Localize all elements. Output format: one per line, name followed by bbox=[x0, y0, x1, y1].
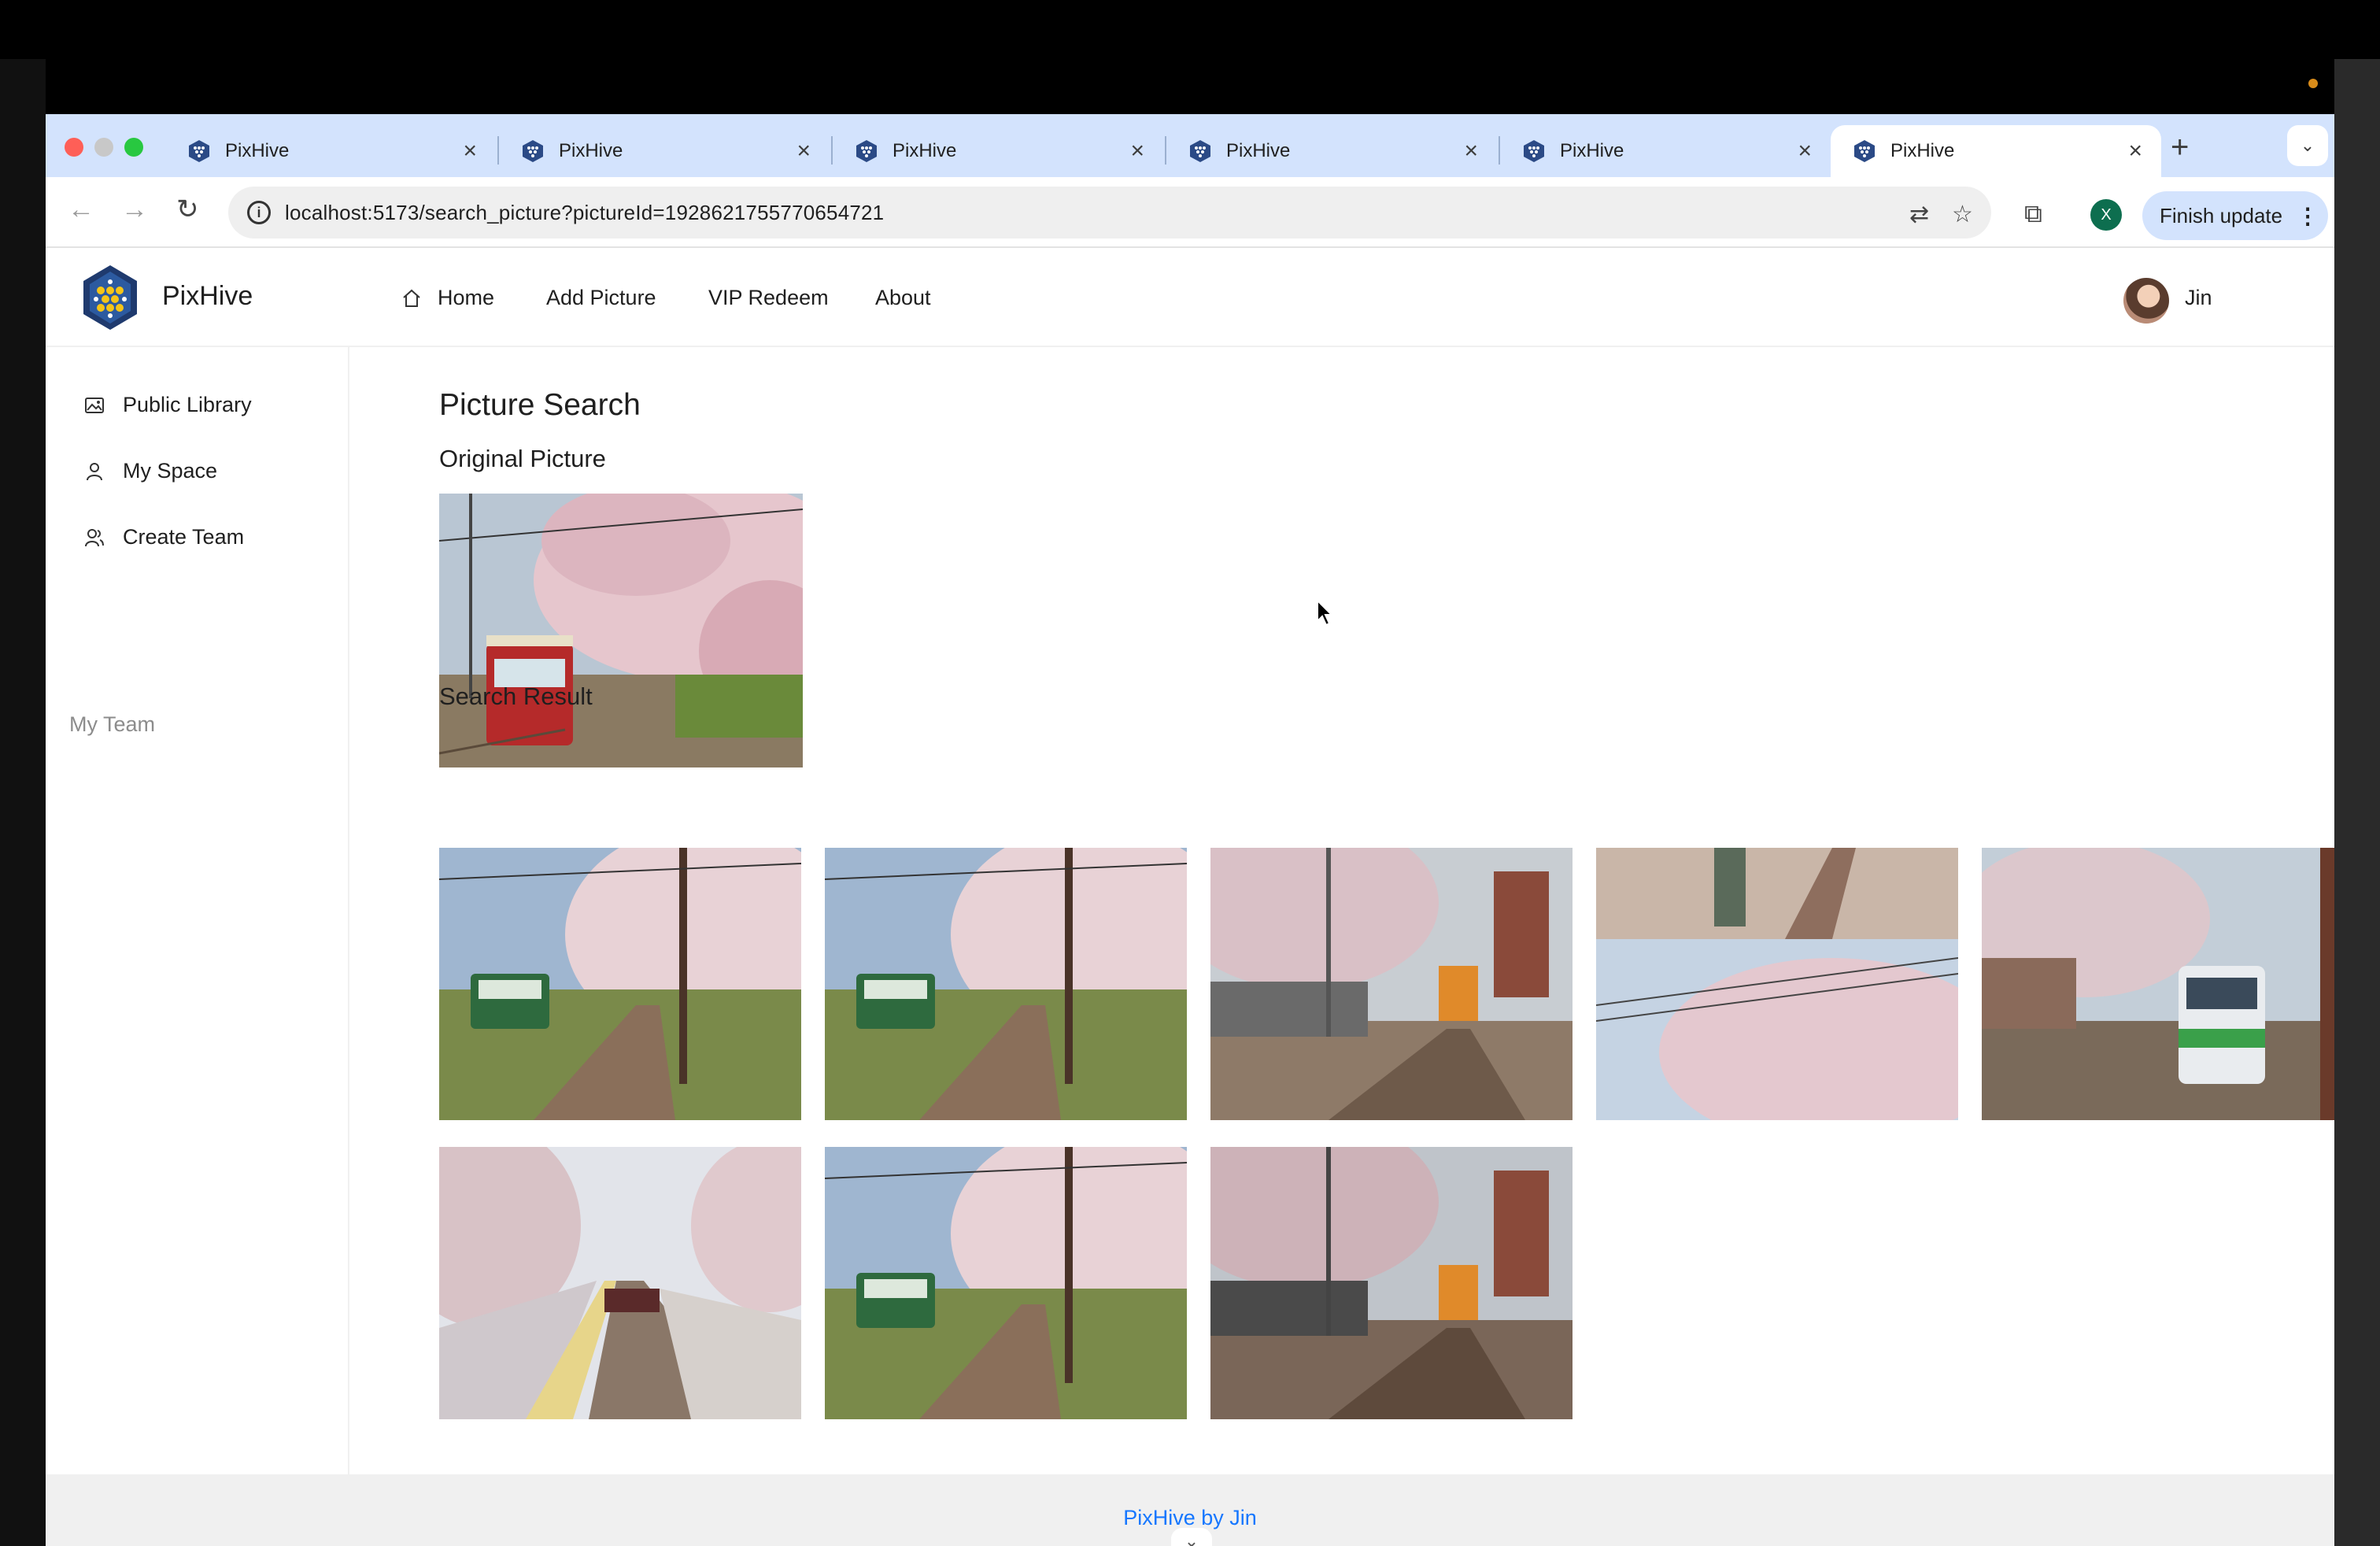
tab-search-chevron-icon[interactable]: ⌄ bbox=[2287, 125, 2328, 166]
tab-title: PixHive bbox=[225, 140, 290, 161]
tab-title: PixHive bbox=[1560, 140, 1624, 161]
sidebar-item-label: Public Library bbox=[123, 393, 252, 416]
footer: PixHive by Jin ⌄ bbox=[46, 1474, 2334, 1546]
browser-tab[interactable]: PixHive × bbox=[833, 125, 1163, 177]
minimize-window-button[interactable] bbox=[94, 138, 113, 157]
pixhive-favicon-icon bbox=[1524, 140, 1544, 162]
nav-add-picture-label: Add Picture bbox=[546, 286, 656, 309]
bookmark-star-icon[interactable]: ☆ bbox=[1952, 201, 1973, 228]
tab-title: PixHive bbox=[559, 140, 623, 161]
original-picture[interactable] bbox=[439, 494, 803, 767]
browser-tab[interactable]: PixHive × bbox=[499, 125, 830, 177]
search-result-item[interactable] bbox=[825, 848, 1187, 1120]
close-window-button[interactable] bbox=[65, 138, 83, 157]
tab-close-icon[interactable]: × bbox=[1464, 139, 1478, 163]
extensions-puzzle-icon[interactable]: ⧉ bbox=[2024, 199, 2042, 229]
tab-title: PixHive bbox=[1890, 140, 1955, 161]
recording-indicator bbox=[2308, 79, 2318, 88]
result-image-green-tram bbox=[439, 848, 801, 1120]
finish-update-label: Finish update bbox=[2160, 203, 2283, 227]
nav-home[interactable]: Home bbox=[401, 286, 494, 310]
result-image-orange-tram bbox=[1210, 1147, 1572, 1419]
forward-arrow-icon[interactable]: → bbox=[121, 196, 148, 223]
original-picture-image bbox=[439, 494, 803, 767]
nav-add-picture[interactable]: Add Picture bbox=[546, 286, 656, 310]
pixhive-favicon-icon bbox=[1190, 140, 1210, 162]
browser-tab[interactable]: PixHive × bbox=[1500, 125, 1831, 177]
sidebar: Public Library My Space Create Team My T… bbox=[46, 347, 349, 1474]
reload-icon[interactable]: ↻ bbox=[176, 196, 199, 223]
pixhive-favicon-icon bbox=[523, 140, 543, 162]
result-image-orange-tram bbox=[1210, 848, 1572, 1120]
tab-title: PixHive bbox=[893, 140, 957, 161]
pixhive-favicon-icon bbox=[189, 140, 209, 162]
result-image-station-tram bbox=[1982, 848, 2334, 1120]
tab-close-icon[interactable]: × bbox=[2128, 139, 2142, 163]
search-result-item[interactable] bbox=[1982, 848, 2334, 1120]
kebab-menu-icon[interactable]: ⋮ bbox=[2297, 203, 2319, 229]
nav-vip-redeem-label: VIP Redeem bbox=[708, 286, 829, 309]
sidebar-item-my-space[interactable]: My Space bbox=[83, 459, 217, 483]
address-bar[interactable]: i localhost:5173/search_picture?pictureI… bbox=[228, 187, 1991, 239]
app-header: PixHive Home Add Picture VIP Redeem Abou… bbox=[46, 250, 2334, 347]
brand-name[interactable]: PixHive bbox=[162, 281, 253, 312]
browser-tab[interactable]: PixHive × bbox=[165, 125, 496, 177]
site-info-icon[interactable]: i bbox=[247, 201, 271, 224]
new-tab-button[interactable]: + bbox=[2171, 130, 2189, 165]
search-result-item[interactable] bbox=[1210, 1147, 1572, 1419]
tab-close-icon[interactable]: × bbox=[1798, 139, 1812, 163]
profile-avatar[interactable]: X bbox=[2090, 199, 2122, 231]
maximize-window-button[interactable] bbox=[124, 138, 143, 157]
browser-tab[interactable]: PixHive × bbox=[1166, 125, 1497, 177]
pixhive-favicon-icon bbox=[856, 140, 877, 162]
nav-vip-redeem[interactable]: VIP Redeem bbox=[708, 286, 829, 310]
team-icon bbox=[85, 528, 104, 546]
tab-strip: PixHive × PixHive × PixHive × PixHive × … bbox=[46, 114, 2334, 177]
scroll-down-chevron-icon[interactable]: ⌄ bbox=[1171, 1528, 1212, 1546]
translate-icon[interactable]: ⇄ bbox=[1909, 201, 1929, 228]
search-result-item[interactable] bbox=[825, 1147, 1187, 1419]
browser-toolbar: ← → ↻ i localhost:5173/search_picture?pi… bbox=[46, 177, 2334, 248]
tab-title: PixHive bbox=[1226, 140, 1291, 161]
footer-credit-link[interactable]: PixHive by Jin bbox=[46, 1506, 2334, 1530]
tab-close-icon[interactable]: × bbox=[796, 139, 811, 163]
original-picture-heading: Original Picture bbox=[439, 445, 606, 472]
search-result-heading: Search Result bbox=[439, 682, 593, 710]
user-icon bbox=[87, 462, 102, 480]
screen-edge-left bbox=[0, 59, 46, 1546]
main-content: Picture Search Original Picture Search R… bbox=[349, 347, 2334, 1474]
nav-home-label: Home bbox=[438, 286, 495, 309]
browser-tab-active[interactable]: PixHive × bbox=[1831, 125, 2161, 177]
nav-about-label: About bbox=[875, 286, 931, 309]
tab-close-icon[interactable]: × bbox=[463, 139, 477, 163]
page-title: Picture Search bbox=[439, 388, 641, 422]
back-arrow-icon[interactable]: ← bbox=[68, 196, 94, 223]
finish-update-button[interactable]: Finish update ⋮ bbox=[2142, 191, 2328, 240]
search-result-item[interactable] bbox=[1210, 848, 1572, 1120]
sidebar-item-create-team[interactable]: Create Team bbox=[83, 525, 244, 549]
picture-icon bbox=[85, 397, 104, 413]
home-icon bbox=[403, 289, 420, 307]
search-result-item[interactable] bbox=[1596, 848, 1958, 1120]
mouse-cursor-icon bbox=[1317, 599, 1334, 627]
search-result-item[interactable] bbox=[439, 1147, 801, 1419]
sidebar-item-public-library[interactable]: Public Library bbox=[83, 393, 252, 417]
url-text[interactable]: localhost:5173/search_picture?pictureId=… bbox=[285, 201, 884, 225]
result-image-platform bbox=[439, 1147, 801, 1419]
pixhive-favicon-icon bbox=[1854, 140, 1875, 162]
search-result-item[interactable] bbox=[439, 848, 801, 1120]
sidebar-item-label: Create Team bbox=[123, 525, 245, 549]
nav-about[interactable]: About bbox=[875, 286, 931, 310]
sidebar-item-label: My Space bbox=[123, 459, 218, 483]
sidebar-group-my-team: My Team bbox=[69, 712, 156, 736]
result-image-green-tram bbox=[825, 848, 1187, 1120]
user-name[interactable]: Jin bbox=[2185, 286, 2212, 310]
result-image-blossom-collage bbox=[1596, 848, 1958, 1120]
tab-close-icon[interactable]: × bbox=[1130, 139, 1144, 163]
pixhive-logo-icon[interactable] bbox=[79, 262, 142, 333]
browser-window: PixHive × PixHive × PixHive × PixHive × … bbox=[46, 114, 2334, 1546]
screen-edge-right bbox=[2334, 59, 2380, 1546]
result-image-green-tram bbox=[825, 1147, 1187, 1419]
user-avatar[interactable] bbox=[2123, 278, 2169, 324]
